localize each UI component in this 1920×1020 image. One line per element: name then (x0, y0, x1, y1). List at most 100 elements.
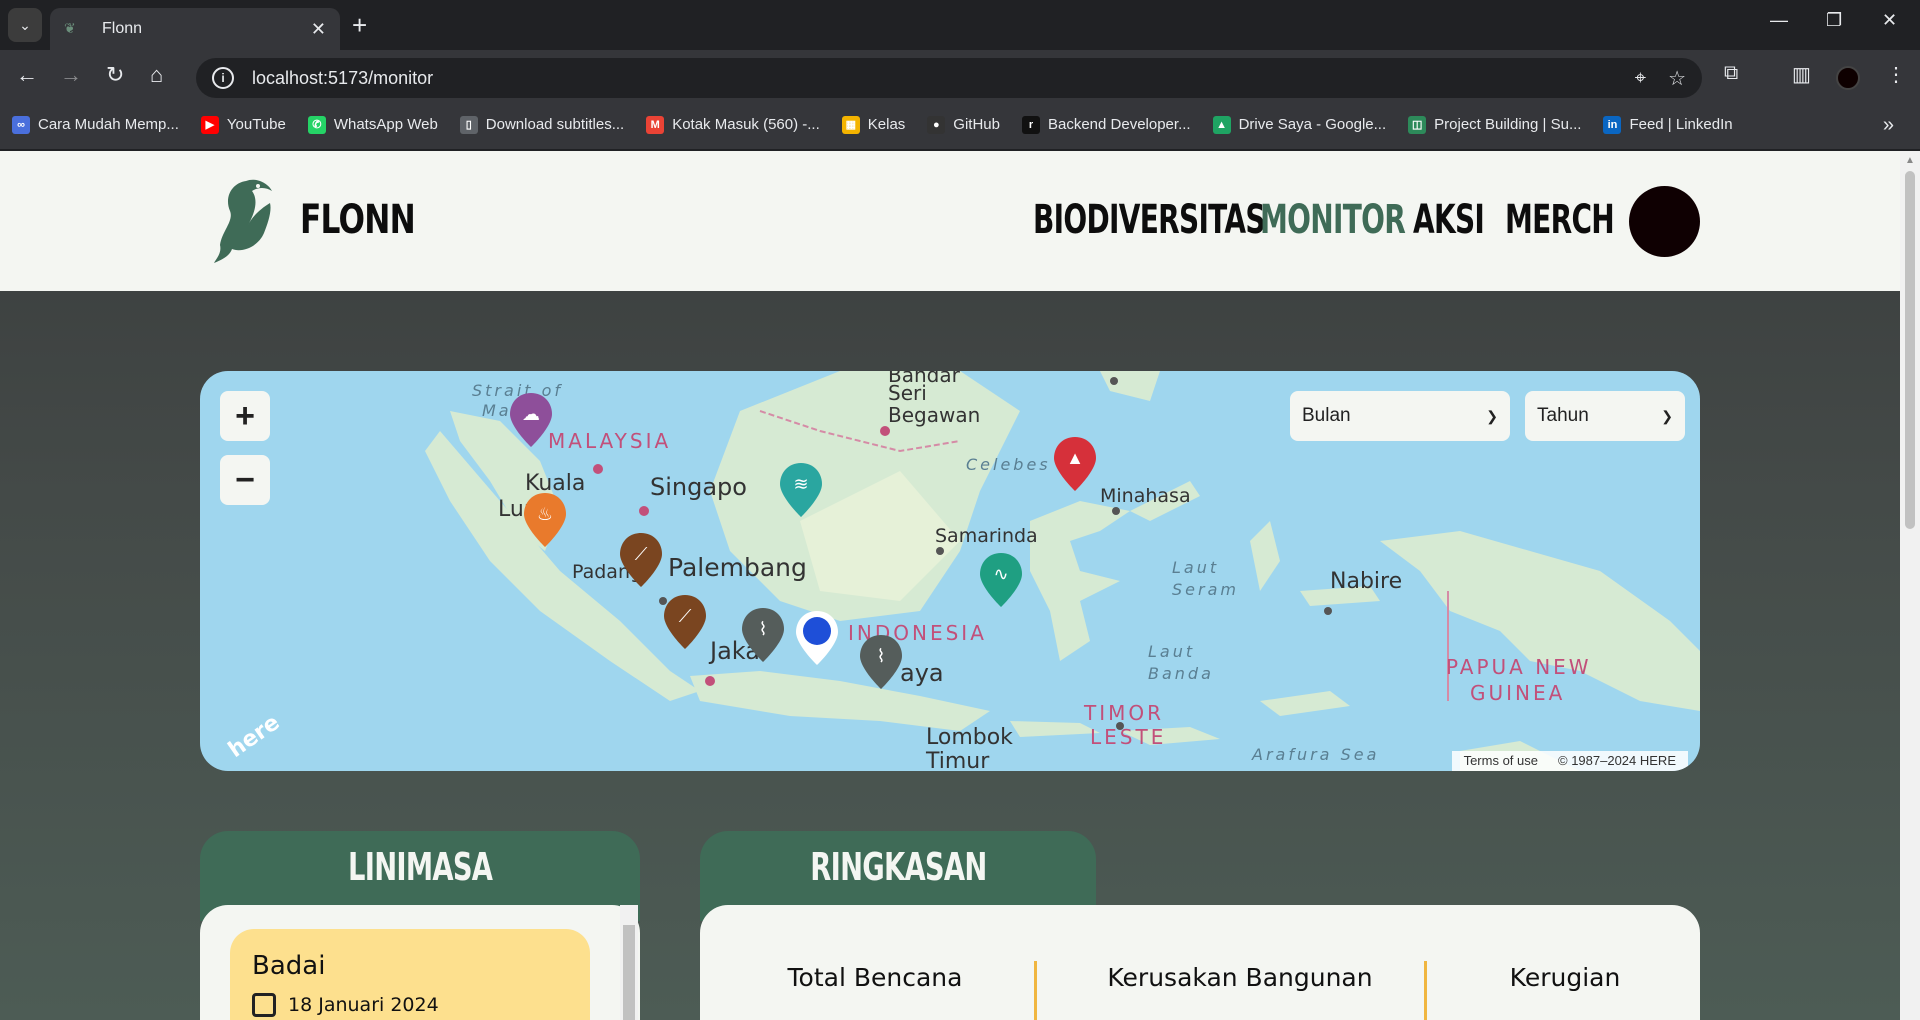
back-icon[interactable]: ← (16, 62, 38, 88)
bookmark-label: Download subtitles... (485, 116, 625, 133)
bookmark-item[interactable]: ▯ Download subtitles... (459, 115, 625, 134)
drive-icon: ▲ (1212, 115, 1231, 134)
youtube-icon: ▶ (200, 115, 219, 134)
new-tab-button[interactable]: + (352, 10, 367, 40)
marker-storm[interactable]: ☁ (508, 391, 554, 449)
marker-landslide[interactable]: ⟋ (662, 593, 708, 651)
zoom-in-button[interactable]: + (220, 391, 270, 441)
map-label-surabaya: aya (900, 659, 944, 687)
link-icon: ∞ (12, 115, 30, 134)
bookmark-item[interactable]: ● GitHub (927, 115, 1000, 134)
extensions-icon[interactable]: ⧉ (1724, 62, 1738, 85)
landslide-icon: ⟋ (679, 606, 692, 626)
terms-link[interactable]: Terms of use (1464, 753, 1538, 769)
year-filter-select[interactable]: Tahun ❯ (1525, 391, 1685, 441)
marker-landslide[interactable]: ⟋ (618, 531, 664, 589)
side-panel-icon[interactable]: ▥ (1792, 62, 1811, 87)
project-icon: ◫ (1408, 115, 1427, 134)
summary-panel: Total Bencana Kerusakan Bangunan Kerugia… (700, 905, 1700, 1020)
bookmark-item[interactable]: ▦ Kelas (841, 115, 906, 134)
month-filter-select[interactable]: Bulan ❯ (1290, 391, 1510, 441)
bookmark-item[interactable]: ▲ Drive Saya - Google... (1212, 115, 1386, 134)
map-label-lombok: Lombok (926, 725, 1013, 750)
marker-volcano[interactable]: ▲ (1052, 435, 1098, 493)
address-bar[interactable]: i localhost:5173/monitor ⌖ ☆ (196, 58, 1702, 98)
close-window-icon[interactable]: ✕ (1882, 10, 1897, 31)
github-icon: ● (927, 115, 946, 134)
map-label-nabire: Nabire (1330, 569, 1403, 594)
tab-search-button[interactable]: ⌄ (8, 8, 42, 42)
cloud-icon: ☁ (522, 404, 540, 424)
timeline-card[interactable]: Badai 18 Januari 2024 (230, 929, 590, 1020)
scroll-up-icon[interactable]: ▲ (1905, 155, 1915, 166)
bookmark-item[interactable]: M Kotak Masuk (560) -... (646, 115, 820, 134)
home-icon[interactable]: ⌂ (150, 62, 163, 88)
bookmark-label: Feed | LinkedIn (1629, 116, 1733, 133)
site-header: FLONN BIODIVERSITAS MONITOR AKSI MERCH (0, 151, 1900, 291)
marker-earthquake[interactable]: ⌇ (740, 606, 786, 664)
forward-icon[interactable]: → (60, 62, 82, 88)
bookmark-label: Cara Mudah Memp... (38, 116, 179, 133)
bookmark-label: WhatsApp Web (333, 116, 438, 133)
more-menu-icon[interactable]: ⋮ (1886, 62, 1906, 87)
marker-earthquake[interactable]: ⌇ (858, 633, 904, 691)
bookmark-item[interactable]: ◫ Project Building | Su... (1408, 115, 1581, 134)
reload-icon[interactable]: ↻ (106, 62, 124, 88)
bookmarks-bar: ∞ Cara Mudah Memp... ▶ YouTube ✆ WhatsApp Web… (0, 100, 1920, 150)
seismic-icon: ⌇ (877, 646, 886, 666)
user-avatar[interactable] (1629, 186, 1700, 257)
profile-avatar[interactable] (1836, 66, 1860, 90)
chevron-down-icon: ❯ (1486, 407, 1498, 424)
map-attribution: Terms of use © 1987–2024 HERE (1451, 751, 1688, 771)
leaf-icon: ❦ (64, 20, 76, 36)
nav-aksi[interactable]: AKSI (1413, 197, 1485, 243)
minimize-icon[interactable]: — (1770, 10, 1788, 31)
marker-fire[interactable]: ♨ (522, 491, 568, 549)
map-label-arafura: Arafura Sea (1252, 745, 1380, 764)
location-pin-icon[interactable]: ⌖ (1635, 67, 1646, 90)
bookmark-label: Kelas (867, 116, 906, 133)
map-label-timor: TIMOR (1084, 701, 1165, 725)
browser-toolbar: ← → ↻ ⌂ i localhost:5173/monitor ⌖ ☆ ⧉ ▥… (0, 50, 1920, 100)
wave-icon: ∿ (993, 564, 1008, 584)
bookmark-label: YouTube (226, 116, 286, 133)
info-icon[interactable]: i (212, 67, 234, 89)
event-date-row: 18 Januari 2024 (252, 993, 568, 1017)
brand-name[interactable]: FLONN (300, 197, 416, 243)
map-label-begawan: Begawan (888, 403, 981, 427)
stat-divider (1034, 961, 1037, 1020)
bookmark-item[interactable]: ✆ WhatsApp Web (307, 115, 438, 134)
browser-tab[interactable]: ❦ Flonn ✕ (50, 8, 340, 50)
star-icon[interactable]: ☆ (1668, 66, 1686, 91)
browser-tab-bar: ⌄ ❦ Flonn ✕ + — ❐ ✕ (0, 0, 1920, 50)
dicoding-icon: r (1021, 115, 1040, 134)
disaster-map[interactable]: Strait of Ma MALAYSIA Bandar Seri Begawa… (200, 371, 1700, 771)
map-label-timur: Timur (926, 749, 990, 771)
nav-merch[interactable]: MERCH (1505, 197, 1615, 243)
restore-icon[interactable]: ❐ (1826, 10, 1842, 31)
map-label-minahasa: Minahasa (1100, 485, 1191, 507)
flonn-logo-icon[interactable] (212, 175, 276, 265)
bookmark-item[interactable]: r Backend Developer... (1021, 115, 1191, 134)
classroom-icon: ▦ (841, 115, 860, 134)
bookmark-label: Kotak Masuk (560) -... (672, 116, 820, 133)
map-label-leste: LESTE (1090, 725, 1167, 749)
nav-biodiversitas[interactable]: BIODIVERSITAS (1033, 197, 1266, 243)
timeline-scrollbar[interactable] (620, 905, 638, 1020)
stat-divider (1424, 961, 1427, 1020)
nav-monitor[interactable]: MONITOR (1260, 197, 1406, 243)
scrollbar-thumb[interactable] (1905, 171, 1915, 529)
chevron-double-right-icon[interactable]: » (1883, 114, 1894, 137)
close-icon[interactable]: ✕ (311, 19, 326, 40)
bookmark-item[interactable]: ∞ Cara Mudah Memp... (12, 115, 179, 134)
marker-user-location[interactable] (794, 609, 840, 667)
marker-flood[interactable]: ≋ (778, 461, 824, 519)
map-label-palembang: Palembang (668, 553, 807, 582)
bookmark-label: Backend Developer... (1047, 116, 1191, 133)
url-text[interactable]: localhost:5173/monitor (252, 68, 1613, 89)
bookmark-item[interactable]: in Feed | LinkedIn (1603, 115, 1733, 134)
marker-tsunami[interactable]: ∿ (978, 551, 1024, 609)
bookmark-item[interactable]: ▶ YouTube (200, 115, 286, 134)
page-scrollbar[interactable]: ▲ (1900, 151, 1920, 1020)
zoom-out-button[interactable]: − (220, 455, 270, 505)
